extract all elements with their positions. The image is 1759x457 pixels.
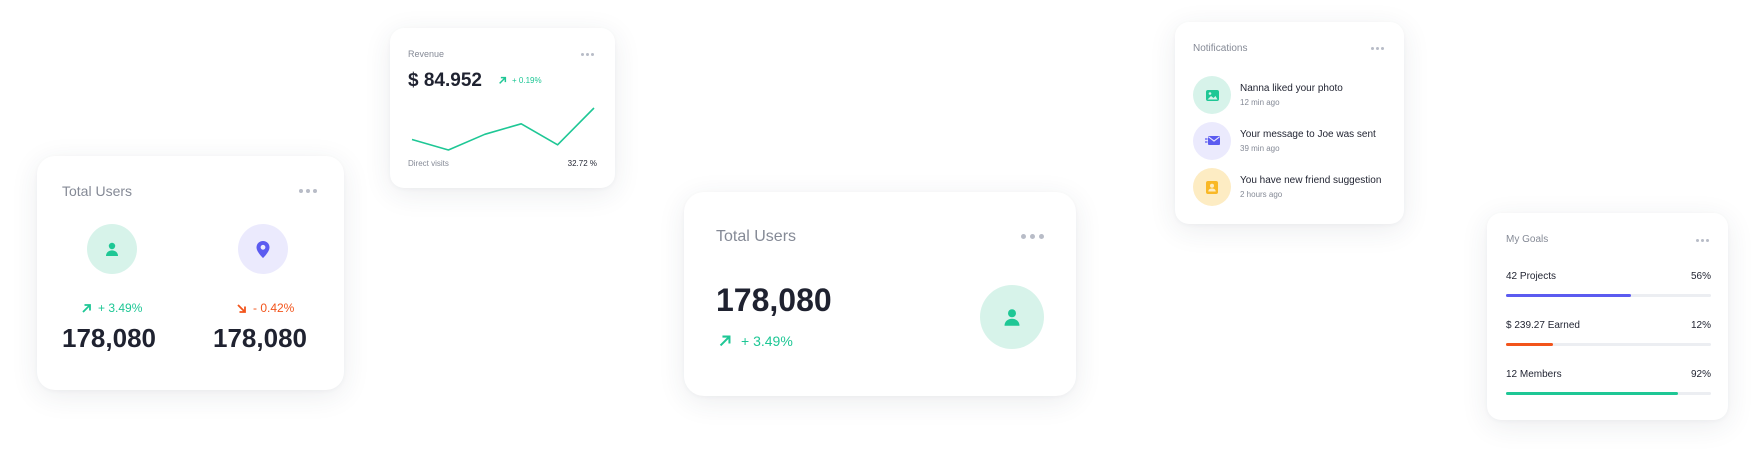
metric-value: 178,080: [213, 323, 307, 353]
user-icon: [980, 285, 1044, 349]
change-value: - 0.42%: [253, 301, 295, 315]
my-goals-card: My Goals 42 Projects 56% $ 239.27 Earned…: [1487, 213, 1728, 420]
more-options-icon[interactable]: [1371, 47, 1384, 50]
goal-progress-track: [1506, 294, 1711, 297]
goal-progress-track: [1506, 392, 1711, 395]
goal-label: 42 Projects: [1506, 271, 1557, 282]
notification-text: Nanna liked your photo: [1240, 83, 1343, 94]
footer-value: 32.72 %: [567, 159, 597, 168]
metric-value: 178,080: [62, 323, 156, 353]
more-options-icon[interactable]: [299, 189, 317, 193]
arrow-up-right-icon: [82, 303, 91, 313]
goal-item: 42 Projects 56%: [1506, 271, 1711, 297]
location-pin-icon: [238, 224, 288, 274]
more-options-icon[interactable]: [581, 53, 594, 56]
goal-progress-fill: [1506, 392, 1679, 395]
card-title: Revenue: [408, 49, 445, 59]
goal-progress-fill: [1506, 343, 1554, 346]
change-indicator: + 3.49%: [718, 333, 793, 349]
more-options-icon[interactable]: [1696, 239, 1709, 242]
contact-icon: [1193, 168, 1231, 206]
total-users-card: Total Users + 3.49% - 0.42% 178,080 178,…: [37, 156, 344, 390]
notification-time: 12 min ago: [1240, 98, 1280, 107]
notification-time: 39 min ago: [1240, 144, 1280, 153]
change-value: + 3.49%: [98, 301, 143, 315]
revenue-sparkline: [411, 107, 595, 151]
notification-time: 2 hours ago: [1240, 190, 1283, 199]
revenue-card: Revenue $ 84.952 + 0.19% Direct visits 3…: [390, 28, 615, 188]
goal-percent: 92%: [1690, 369, 1711, 380]
change-value: + 0.19%: [512, 76, 542, 85]
notification-text: You have new friend suggestion: [1240, 175, 1382, 186]
arrow-up-right-icon: [499, 76, 507, 84]
goal-percent: 12%: [1690, 320, 1711, 331]
send-mail-icon: [1193, 122, 1231, 160]
notification-item[interactable]: Nanna liked your photo 12 min ago: [1193, 76, 1343, 114]
notification-text: Your message to Joe was sent: [1240, 129, 1376, 140]
card-title: Notifications: [1193, 43, 1248, 54]
change-indicator: + 0.19%: [498, 76, 542, 85]
card-title: My Goals: [1506, 234, 1549, 245]
goal-item: $ 239.27 Earned 12%: [1506, 320, 1711, 346]
goal-label: $ 239.27 Earned: [1506, 320, 1580, 331]
image-icon: [1193, 76, 1231, 114]
card-title: Total Users: [716, 228, 797, 245]
total-users-card-large: Total Users 178,080 + 3.49%: [684, 192, 1076, 396]
goal-progress-track: [1506, 343, 1711, 346]
change-indicator: + 3.49%: [81, 301, 142, 315]
user-icon: [87, 224, 137, 274]
goal-percent: 56%: [1690, 271, 1711, 282]
change-indicator: - 0.42%: [236, 301, 294, 315]
more-options-icon[interactable]: [1021, 234, 1044, 239]
notification-item[interactable]: You have new friend suggestion 2 hours a…: [1193, 168, 1381, 206]
goal-item: 12 Members 92%: [1506, 369, 1711, 395]
revenue-amount: $ 84.952: [408, 70, 482, 91]
card-title: Total Users: [62, 183, 133, 199]
goal-label: 12 Members: [1506, 369, 1562, 380]
notifications-card: Notifications Nanna liked your photo 12 …: [1175, 22, 1404, 224]
metric-value: 178,080: [716, 282, 832, 318]
arrow-up-right-icon: [719, 335, 731, 347]
change-value: + 3.49%: [741, 333, 793, 349]
notification-item[interactable]: Your message to Joe was sent 39 min ago: [1193, 122, 1376, 160]
footer-label: Direct visits: [408, 159, 449, 168]
goal-progress-fill: [1506, 294, 1632, 297]
arrow-down-right-icon: [237, 303, 246, 313]
